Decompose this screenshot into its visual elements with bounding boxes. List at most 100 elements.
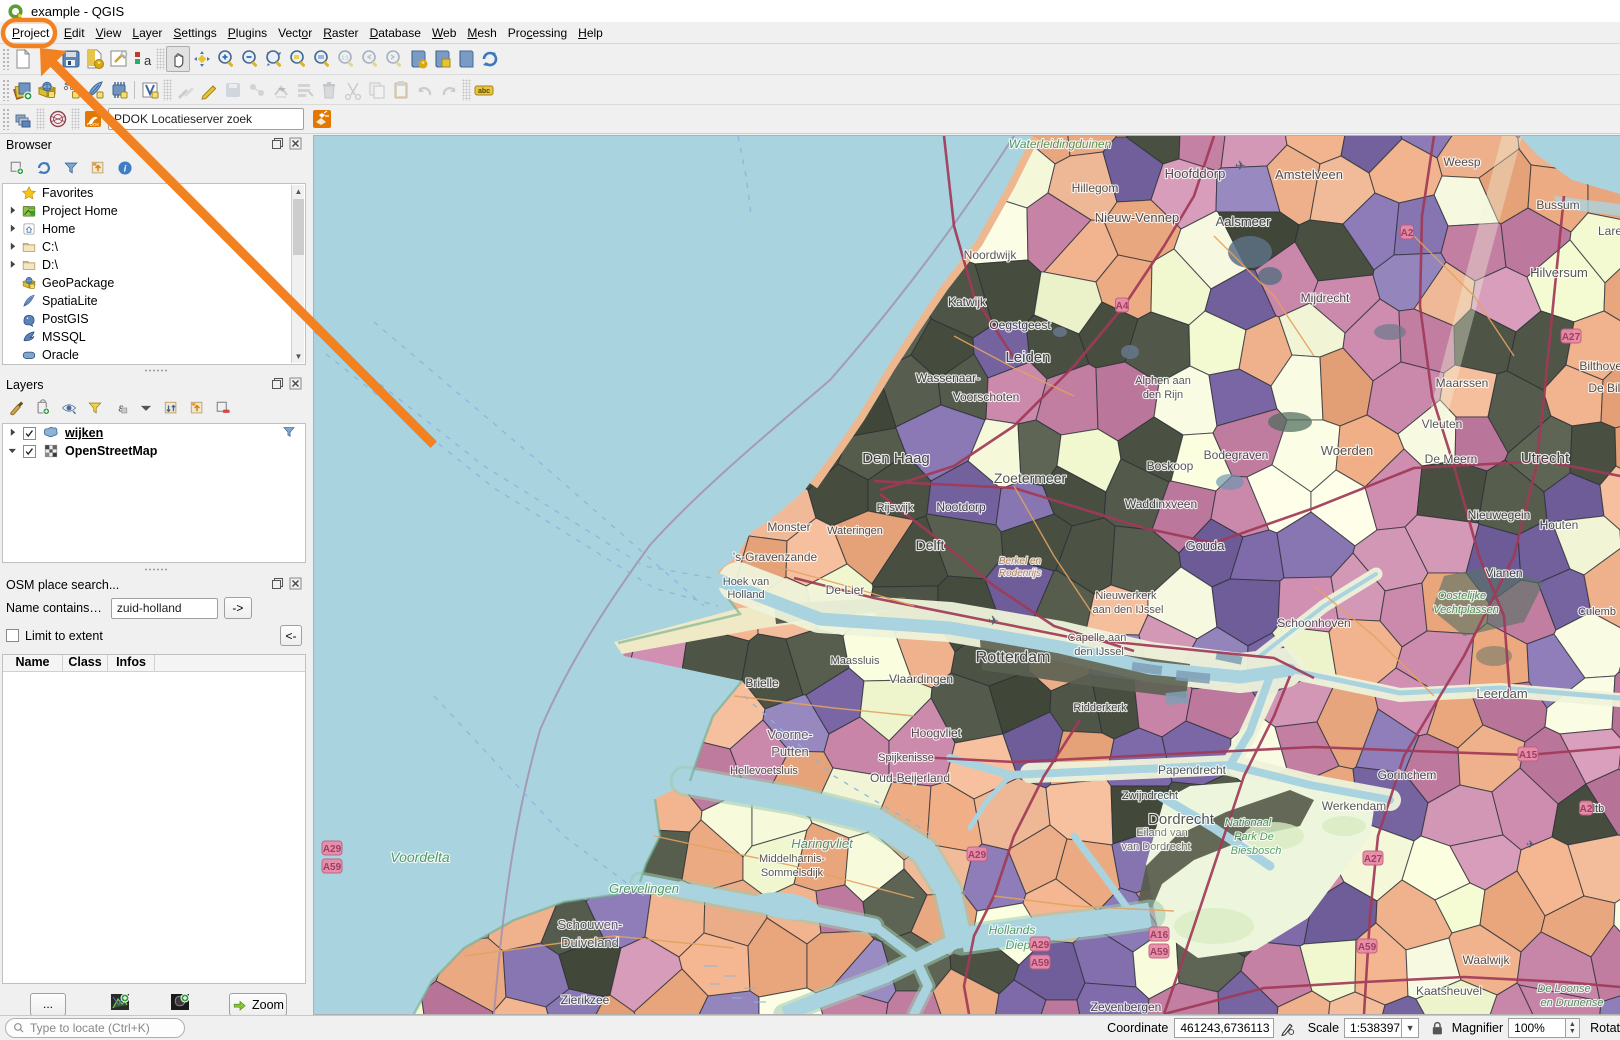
svg-text:Vleuten: Vleuten <box>1422 417 1463 431</box>
svg-text:Utrecht: Utrecht <box>1521 450 1570 467</box>
svg-text:van Dordrecht: van Dordrecht <box>1121 841 1190 853</box>
svg-text:Delft: Delft <box>916 537 945 553</box>
svg-text:Culemb: Culemb <box>1578 606 1616 618</box>
svg-text:Voordelta: Voordelta <box>390 849 450 865</box>
svg-text:Hoogvliet: Hoogvliet <box>911 726 962 740</box>
svg-text:Leerdam: Leerdam <box>1476 686 1527 701</box>
svg-text:De Meern: De Meern <box>1425 452 1478 466</box>
svg-text:Wassenaar-: Wassenaar- <box>916 371 980 385</box>
svg-text:Grevelingen: Grevelingen <box>609 881 679 896</box>
svg-text:A27: A27 <box>1562 332 1581 343</box>
svg-text:Eiland van: Eiland van <box>1136 827 1187 839</box>
svg-text:Werkendam: Werkendam <box>1322 799 1386 813</box>
svg-text:Berkel en: Berkel en <box>999 556 1042 567</box>
svg-text:Oegstgeest: Oegstgeest <box>989 318 1051 332</box>
svg-text:Zierikzee: Zierikzee <box>561 993 610 1007</box>
svg-text:Duiveland: Duiveland <box>561 935 619 950</box>
svg-text:Holland: Holland <box>727 589 764 601</box>
svg-text:Ridderkerk: Ridderkerk <box>1073 702 1127 714</box>
svg-text:den Rijn: den Rijn <box>1143 389 1183 401</box>
svg-text:Boskoop: Boskoop <box>1147 459 1194 473</box>
svg-text:Hilversum: Hilversum <box>1530 265 1588 280</box>
svg-text:Nieuwegein: Nieuwegein <box>1468 508 1531 522</box>
svg-text:A2: A2 <box>1401 228 1414 239</box>
svg-text:Nieuw-Vennep: Nieuw-Vennep <box>1095 210 1180 225</box>
svg-text:De Loonse: De Loonse <box>1537 983 1590 995</box>
svg-text:Noordwijk: Noordwijk <box>964 248 1018 262</box>
svg-text:Weesp: Weesp <box>1443 155 1480 169</box>
svg-text:Nationaal: Nationaal <box>1225 817 1272 829</box>
svg-text:Zoetermeer: Zoetermeer <box>994 470 1067 486</box>
svg-text:A2: A2 <box>1580 804 1593 815</box>
svg-text:Gouda: Gouda <box>1185 538 1225 553</box>
svg-text:Nootdorp: Nootdorp <box>936 500 986 514</box>
svg-text:Rijswijk: Rijswijk <box>877 502 914 514</box>
svg-text:abc: abc <box>478 88 490 95</box>
svg-text:Bussum: Bussum <box>1536 198 1579 212</box>
svg-text:A27: A27 <box>1364 854 1383 865</box>
svg-text:Hellevoetsluis: Hellevoetsluis <box>730 765 798 777</box>
svg-text:Bilthoven: Bilthoven <box>1579 359 1620 373</box>
svg-text:Waalwijk: Waalwijk <box>1463 953 1511 967</box>
svg-text:Sommelsdijk: Sommelsdijk <box>761 867 824 879</box>
svg-text:aan den IJssel: aan den IJssel <box>1093 604 1164 616</box>
svg-text:Brielle: Brielle <box>745 676 779 690</box>
svg-text:A29: A29 <box>323 844 342 855</box>
svg-text:Voorschoten: Voorschoten <box>953 390 1020 404</box>
svg-text:Alphen aan: Alphen aan <box>1135 375 1191 387</box>
svg-text:Zevenbergen: Zevenbergen <box>1091 1000 1162 1014</box>
svg-text:Rotterdam: Rotterdam <box>976 649 1051 666</box>
svg-text:Bodegraven: Bodegraven <box>1204 448 1269 462</box>
svg-text:A15: A15 <box>1519 750 1538 761</box>
svg-text:Schouwen-: Schouwen- <box>557 917 622 932</box>
svg-text:Voorne-: Voorne- <box>767 727 813 742</box>
svg-text:Hillegom: Hillegom <box>1072 181 1119 195</box>
svg-text:Waddinxveen: Waddinxveen <box>1125 497 1197 511</box>
svg-text:Mijdrecht: Mijdrecht <box>1301 291 1350 305</box>
svg-text:Rodenrijs: Rodenrijs <box>999 568 1041 579</box>
svg-text:Schoonhoven: Schoonhoven <box>1277 616 1350 630</box>
svg-text:Maassluis: Maassluis <box>831 655 880 667</box>
svg-text:Oostelijke: Oostelijke <box>1438 590 1486 602</box>
svg-text:Woerden: Woerden <box>1321 443 1374 458</box>
svg-text:A4: A4 <box>1116 301 1129 312</box>
svg-text:Gorinchem: Gorinchem <box>1378 768 1437 782</box>
svg-text:Maarssen: Maarssen <box>1436 376 1489 390</box>
svg-text:Middelharnis-: Middelharnis- <box>759 853 825 865</box>
svg-text:Hoofddorp: Hoofddorp <box>1165 166 1226 181</box>
svg-text:A59: A59 <box>1031 958 1050 969</box>
svg-text:Papendrecht: Papendrecht <box>1158 763 1227 777</box>
svg-text:1:1: 1:1 <box>342 56 349 62</box>
svg-text:den IJssel: den IJssel <box>1074 646 1124 658</box>
svg-text:A29: A29 <box>968 850 987 861</box>
svg-text:A29: A29 <box>1031 940 1050 951</box>
svg-text:Aalsmeer: Aalsmeer <box>1216 214 1272 229</box>
svg-text:'s-Gravenzande: 's-Gravenzande <box>733 550 818 564</box>
svg-text:Waterleidingduinen: Waterleidingduinen <box>1009 137 1112 151</box>
svg-text:Park De: Park De <box>1234 831 1274 843</box>
svg-text:Spijkenisse: Spijkenisse <box>878 752 934 764</box>
svg-text:Monster: Monster <box>767 520 810 534</box>
svg-text:Vlaardingen: Vlaardingen <box>889 672 953 686</box>
svg-text:*: * <box>97 60 100 69</box>
svg-text:Lare: Lare <box>1598 224 1620 238</box>
svg-text:Diep: Diep <box>1006 938 1031 952</box>
svg-text:Vechtplassen: Vechtplassen <box>1433 604 1499 616</box>
svg-text:Katwijk: Katwijk <box>948 295 987 309</box>
svg-text:Amstelveen: Amstelveen <box>1275 167 1343 182</box>
svg-text:a: a <box>144 53 152 68</box>
svg-text:De Bilt: De Bilt <box>1588 381 1620 395</box>
svg-text:PDOK: PDOK <box>87 122 100 127</box>
svg-text:✈: ✈ <box>1235 158 1246 173</box>
svg-text:Leiden: Leiden <box>1005 349 1050 366</box>
svg-text:A59: A59 <box>1358 942 1377 953</box>
svg-text:Houten: Houten <box>1540 518 1579 532</box>
svg-text:✈: ✈ <box>1526 839 1535 851</box>
svg-text:Kaatsheuvel: Kaatsheuvel <box>1416 984 1482 998</box>
svg-text:Capelle aan: Capelle aan <box>1068 632 1127 644</box>
svg-text:Wateringen: Wateringen <box>827 525 883 537</box>
svg-text:Oud-Beijerland: Oud-Beijerland <box>870 771 950 785</box>
svg-text:Putten: Putten <box>771 744 809 759</box>
svg-text:Vianen: Vianen <box>1485 566 1522 580</box>
svg-text:De Lier: De Lier <box>826 583 865 597</box>
